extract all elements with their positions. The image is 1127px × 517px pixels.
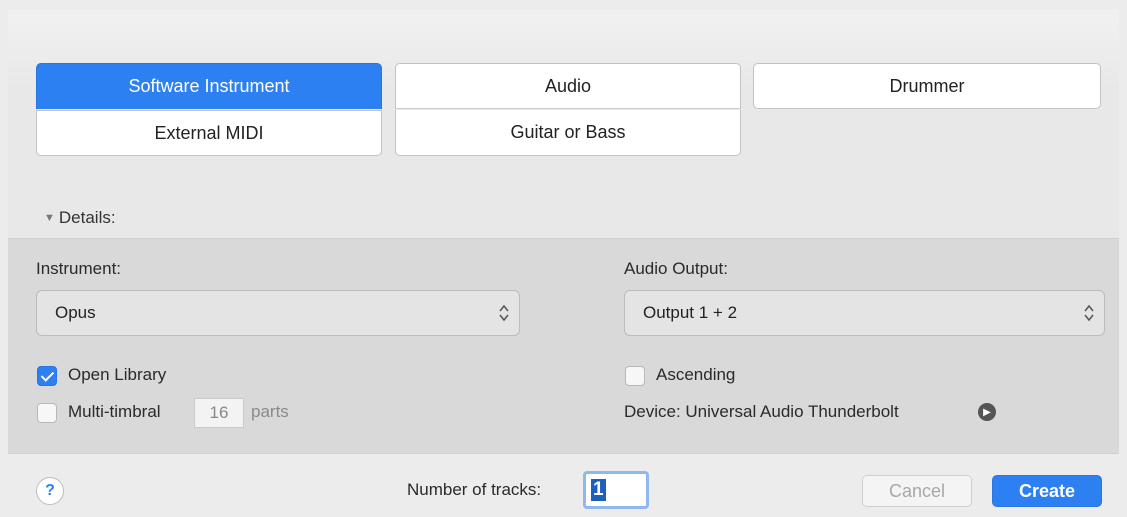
- disclosure-triangle-icon: ▼: [44, 212, 55, 224]
- audio-output-value: Output 1 + 2: [643, 303, 738, 322]
- instrument-value: Opus: [55, 303, 96, 322]
- drummer-button[interactable]: Drummer: [753, 63, 1101, 109]
- instrument-label: Instrument:: [36, 259, 122, 278]
- device-arrow-icon[interactable]: ▶: [978, 403, 996, 421]
- help-button[interactable]: ?: [36, 477, 64, 505]
- software-instrument-button[interactable]: Software Instrument: [36, 63, 382, 109]
- audio-button[interactable]: Audio: [395, 63, 741, 109]
- tracks-input[interactable]: 1: [583, 471, 649, 509]
- external-midi-button[interactable]: External MIDI: [36, 110, 382, 156]
- multi-timbral-checkbox[interactable]: [37, 403, 57, 423]
- details-panel: [8, 238, 1119, 453]
- details-disclosure[interactable]: ▼ Details:: [44, 208, 116, 228]
- audio-output-label: Audio Output:: [624, 259, 728, 278]
- audio-output-popup[interactable]: Output 1 + 2: [624, 290, 1105, 336]
- tracks-label: Number of tracks:: [407, 480, 542, 499]
- ascending-label: Ascending: [656, 365, 736, 384]
- multi-timbral-label: Multi-timbral: [68, 402, 161, 421]
- open-library-checkbox[interactable]: [37, 366, 57, 386]
- guitar-or-bass-button[interactable]: Guitar or Bass: [395, 110, 741, 156]
- device-label: Device: Universal Audio Thunderbolt: [624, 402, 899, 421]
- chevron-up-down-icon: [1084, 303, 1094, 323]
- chevron-up-down-icon: [499, 303, 509, 323]
- ascending-checkbox[interactable]: [625, 366, 645, 386]
- details-label: Details:: [58, 208, 116, 227]
- parts-count-field[interactable]: 16: [194, 398, 244, 428]
- open-library-label: Open Library: [68, 365, 167, 384]
- parts-label: parts: [251, 402, 289, 421]
- tracks-value: 1: [591, 479, 606, 501]
- cancel-button[interactable]: Cancel: [862, 475, 972, 507]
- instrument-popup[interactable]: Opus: [36, 290, 520, 336]
- create-button[interactable]: Create: [992, 475, 1102, 507]
